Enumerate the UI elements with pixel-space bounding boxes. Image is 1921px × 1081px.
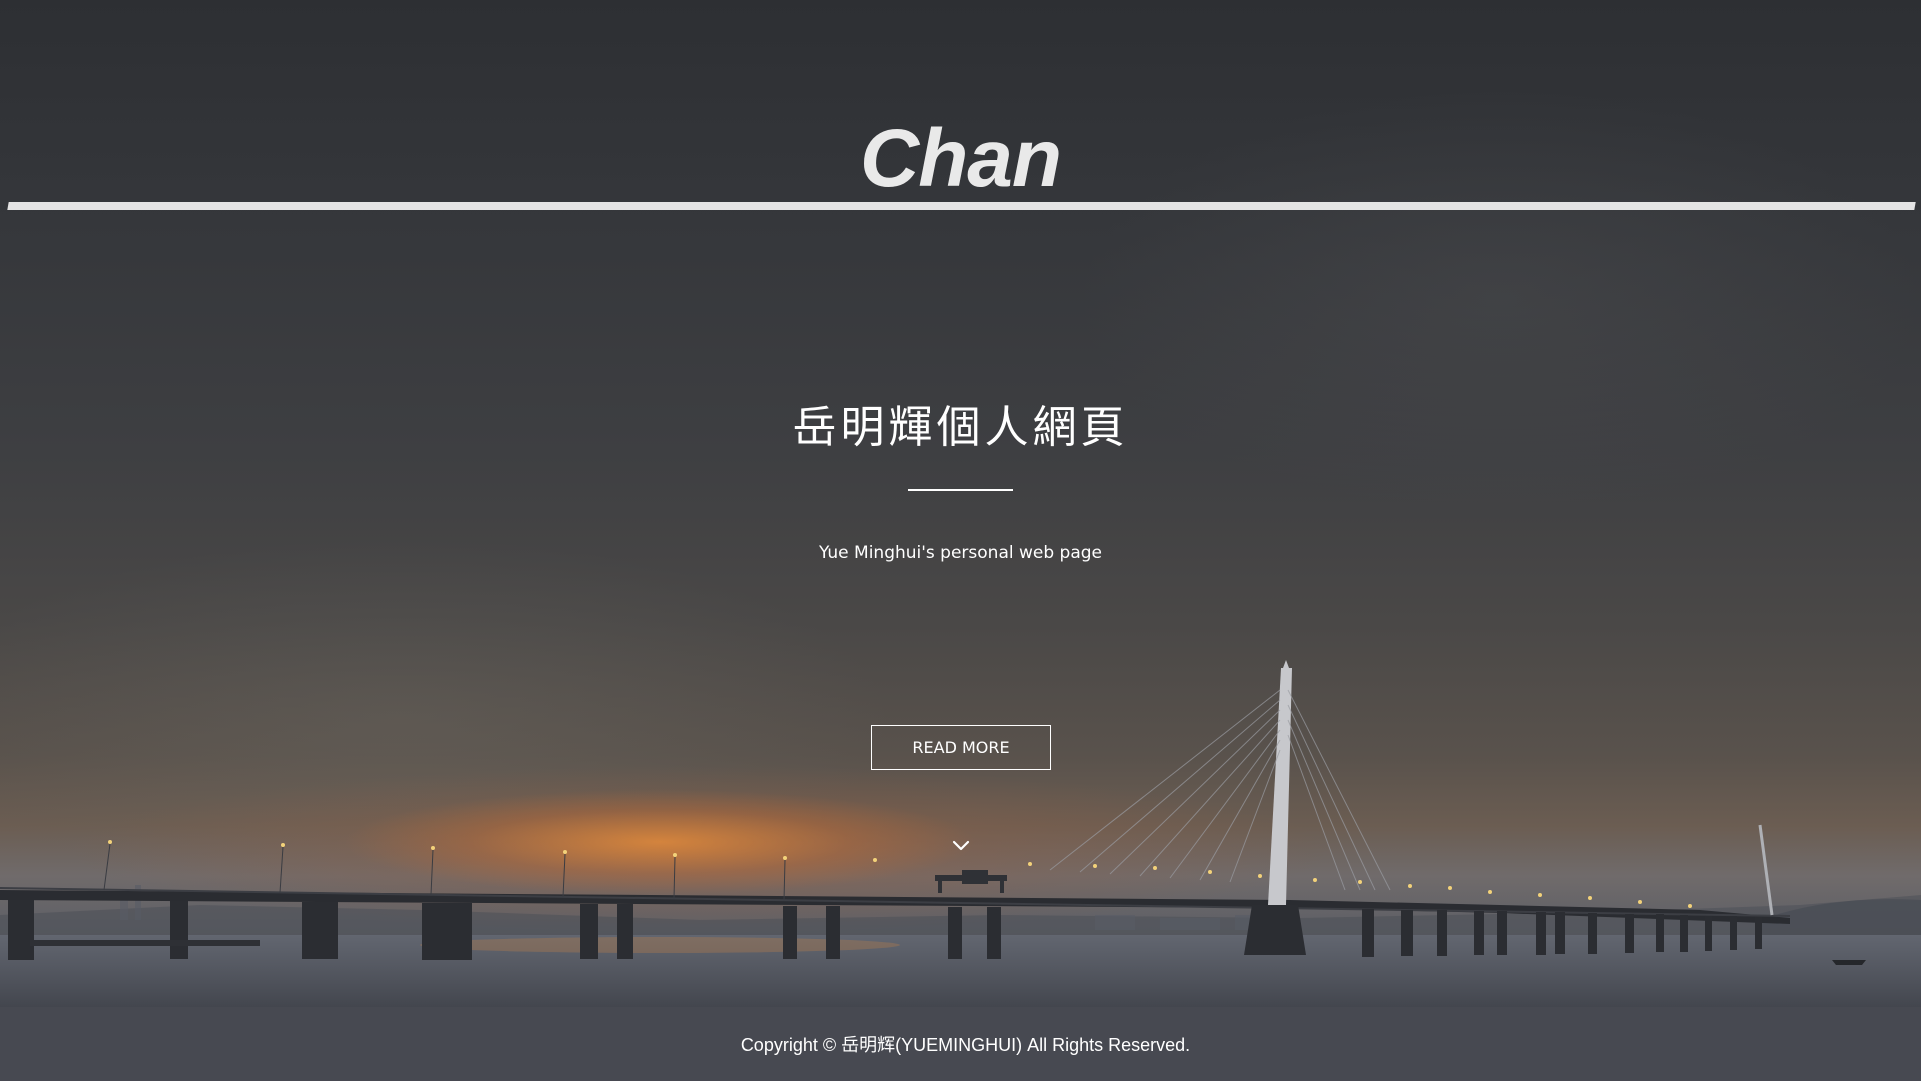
logo-underline: [7, 202, 1916, 210]
logo[interactable]: Chan: [0, 113, 1921, 210]
page: Chan 岳明輝個人網頁 Yue Minghui's personal web …: [0, 0, 1921, 1081]
read-more-button[interactable]: READ MORE: [871, 725, 1051, 770]
hero-section: Chan 岳明輝個人網頁 Yue Minghui's personal web …: [0, 0, 1921, 1007]
footer: Copyright © 岳明辉(YUEMINGHUI) All Rights R…: [0, 1007, 1921, 1081]
title-divider: [908, 489, 1013, 491]
copyright-text: Copyright © 岳明辉(YUEMINGHUI) All Rights R…: [740, 1035, 1191, 1055]
page-subtitle: Yue Minghui's personal web page: [818, 543, 1103, 563]
chevron-down-icon[interactable]: [950, 838, 972, 854]
page-title: 岳明輝個人網頁: [792, 402, 1129, 453]
logo-text: Chan: [860, 113, 1062, 204]
